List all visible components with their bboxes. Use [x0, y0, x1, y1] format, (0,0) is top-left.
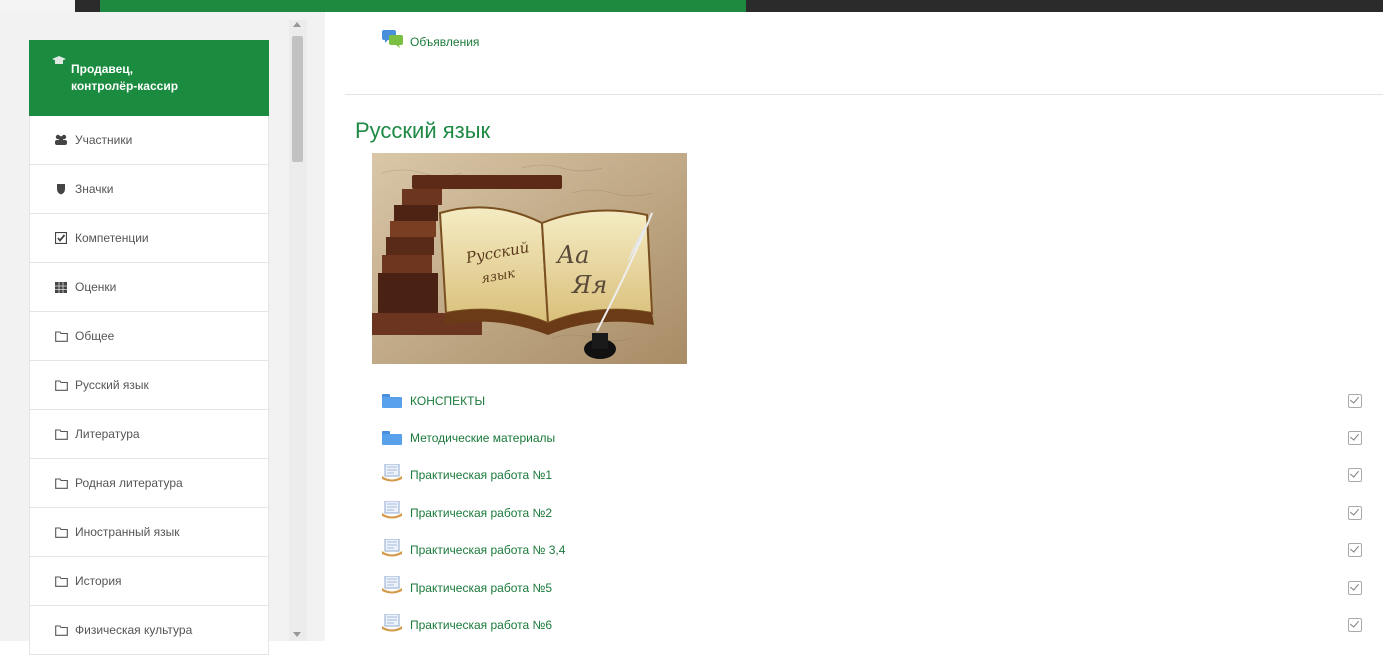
nav-item-label: Родная литература: [75, 476, 183, 490]
shield-icon: [54, 183, 68, 195]
activity-list: КОНСПЕКТЫ Методические материалы Практич…: [382, 382, 1362, 644]
folder-outline-icon: [54, 575, 68, 587]
book-text-aa: Аа: [555, 241, 589, 269]
activity-item-folder[interactable]: Методические материалы: [382, 419, 1362, 456]
activity-item-assignment[interactable]: Практическая работа №5: [382, 569, 1362, 606]
section-title: Русский язык: [355, 118, 491, 143]
folder-icon: [382, 393, 402, 408]
book-text-ya: Яя: [571, 271, 607, 299]
navbar-logo-area: [0, 0, 75, 12]
nav-item-label: Общее: [75, 329, 115, 343]
assignment-icon: [382, 575, 402, 599]
nav-item-history[interactable]: История: [29, 557, 269, 606]
users-icon: [54, 134, 68, 146]
nav-item-native-literature[interactable]: Родная литература: [29, 459, 269, 508]
activity-item-folder[interactable]: КОНСПЕКТЫ: [382, 382, 1362, 419]
completion-checkbox[interactable]: [1348, 505, 1362, 520]
section-divider: [345, 94, 1383, 95]
nav-item-physical-education[interactable]: Физическая культура: [29, 606, 269, 655]
folder-outline-icon: [54, 330, 68, 342]
activity-link[interactable]: Практическая работа №5: [410, 581, 552, 595]
nav-item-label: Физическая культура: [75, 623, 193, 637]
nav-item-label: Значки: [75, 182, 114, 196]
folder-icon: [382, 431, 402, 446]
nav-item-course[interactable]: Продавец, контролёр-кассир: [29, 40, 269, 116]
activity-link[interactable]: Методические материалы: [410, 431, 555, 445]
activity-item-assignment[interactable]: Практическая работа №1: [382, 457, 1362, 494]
nav-item-label: Оценки: [75, 280, 117, 294]
top-navbar: [0, 0, 1383, 12]
announcements-link[interactable]: Объявления: [410, 35, 479, 49]
assignment-icon: [382, 500, 402, 524]
completion-checkbox[interactable]: [1348, 543, 1362, 558]
nav-item-literature[interactable]: Литература: [29, 410, 269, 459]
nav-item-badges[interactable]: Значки: [29, 165, 269, 214]
folder-outline-icon: [54, 477, 68, 489]
navbar-dark-area: [746, 0, 1383, 12]
table-icon: [54, 281, 68, 293]
checkbox-icon: [54, 232, 68, 244]
nav-item-label: Литература: [75, 427, 140, 441]
nav-scrollbar-thumb[interactable]: [292, 36, 303, 162]
activity-link[interactable]: Практическая работа № 3,4: [410, 543, 565, 557]
scroll-up-arrow-icon[interactable]: [293, 22, 301, 27]
activity-link[interactable]: КОНСПЕКТЫ: [410, 394, 485, 408]
nav-item-label: История: [75, 574, 122, 588]
completion-checkbox[interactable]: [1348, 393, 1362, 408]
assignment-icon: [382, 538, 402, 562]
assignment-icon: [382, 463, 402, 487]
graduation-cap-icon: [51, 56, 67, 66]
activity-item-assignment[interactable]: Практическая работа №6: [382, 606, 1362, 643]
completion-checkbox[interactable]: [1348, 431, 1362, 446]
nav-item-foreign-language[interactable]: Иностранный язык: [29, 508, 269, 557]
nav-item-label: Компетенции: [75, 231, 149, 245]
nav-item-participants[interactable]: Участники: [29, 116, 269, 165]
forum-icon: [382, 30, 404, 53]
navbar-progress-green: [100, 0, 746, 12]
nav-item-course-label: Продавец, контролёр-кассир: [71, 62, 179, 93]
folder-outline-icon: [54, 428, 68, 440]
assignment-icon: [382, 613, 402, 637]
nav-item-grades[interactable]: Оценки: [29, 263, 269, 312]
scroll-down-arrow-icon[interactable]: [293, 632, 301, 637]
folder-outline-icon: [54, 379, 68, 391]
activity-link[interactable]: Практическая работа №6: [410, 618, 552, 632]
activity-item-assignment[interactable]: Практическая работа № 3,4: [382, 532, 1362, 569]
nav-drawer: Продавец, контролёр-кассир Участники Зна…: [29, 40, 269, 655]
russian-language-image: Русский язык Аа Яя: [372, 153, 687, 364]
nav-item-general[interactable]: Общее: [29, 312, 269, 361]
completion-checkbox[interactable]: [1348, 618, 1362, 633]
activity-item-assignment[interactable]: Практическая работа №2: [382, 494, 1362, 531]
completion-checkbox[interactable]: [1348, 580, 1362, 595]
nav-item-label: Русский язык: [75, 378, 149, 392]
activity-link[interactable]: Практическая работа №1: [410, 468, 552, 482]
folder-outline-icon: [54, 526, 68, 538]
announcements-activity[interactable]: Объявления: [382, 30, 479, 53]
completion-checkbox[interactable]: [1348, 468, 1362, 483]
nav-item-label: Участники: [75, 133, 133, 147]
folder-outline-icon: [54, 624, 68, 636]
activity-link[interactable]: Практическая работа №2: [410, 506, 552, 520]
nav-item-russian[interactable]: Русский язык: [29, 361, 269, 410]
nav-item-competencies[interactable]: Компетенции: [29, 214, 269, 263]
nav-item-label: Иностранный язык: [75, 525, 180, 539]
